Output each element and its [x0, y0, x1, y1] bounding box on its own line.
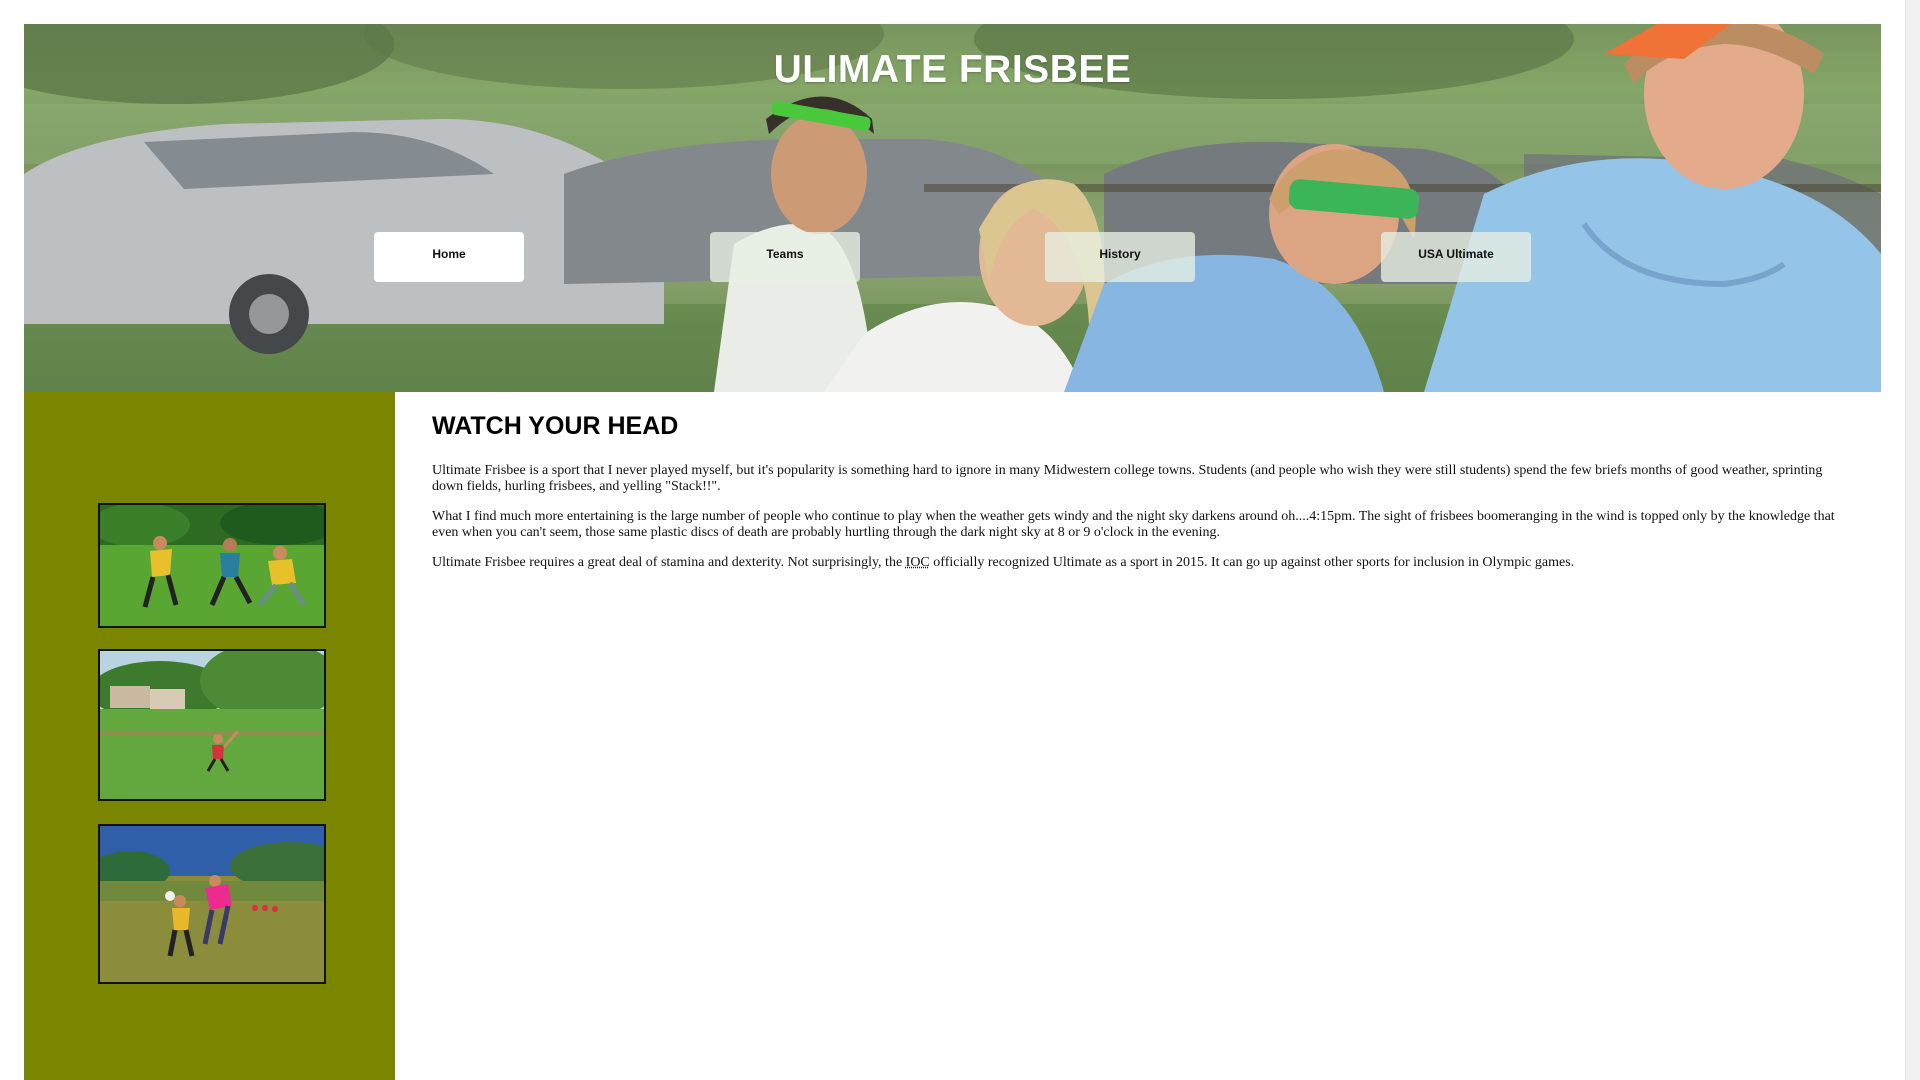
- ioc-abbreviation: IOC: [905, 555, 930, 570]
- site-title: ULIMATE FRISBEE: [773, 48, 1132, 91]
- paragraph-2: What I find much more entertaining is th…: [432, 509, 1835, 540]
- photo-image: [100, 651, 324, 799]
- hero-banner: ULIMATE FRISBEE Home Teams History USA U…: [24, 24, 1881, 392]
- paragraph-1: Ultimate Frisbee is a sport that I never…: [432, 463, 1823, 494]
- sidebar: [24, 392, 395, 1080]
- paragraph-3-text-before: Ultimate Frisbee requires a great deal o…: [432, 555, 906, 570]
- nav-usa-ultimate-button[interactable]: USA Ultimate: [1381, 232, 1531, 282]
- frisbee-photo-1[interactable]: [98, 503, 326, 628]
- frisbee-photo-3[interactable]: [98, 824, 326, 984]
- nav-teams-button[interactable]: Teams: [710, 232, 860, 282]
- main-content: WATCH YOUR HEAD Ultimate Frisbee is a sp…: [432, 392, 1852, 585]
- nav-home-button[interactable]: Home: [374, 232, 524, 282]
- frisbee-photo-2[interactable]: [98, 649, 326, 801]
- page: ULIMATE FRISBEE Home Teams History USA U…: [24, 24, 1881, 1080]
- nav-history-button[interactable]: History: [1045, 232, 1195, 282]
- photo-image: [100, 826, 324, 982]
- page-heading: WATCH YOUR HEAD: [432, 412, 679, 440]
- paragraph-3: Ultimate Frisbee requires a great deal o…: [432, 555, 1852, 571]
- paragraph-3-text-after: officially recognized Ultimate as a spor…: [929, 555, 1575, 570]
- main-nav: Home Teams History USA Ultimate: [24, 232, 1881, 282]
- page-scrollbar[interactable]: [1905, 0, 1920, 1080]
- photo-image: [100, 505, 324, 626]
